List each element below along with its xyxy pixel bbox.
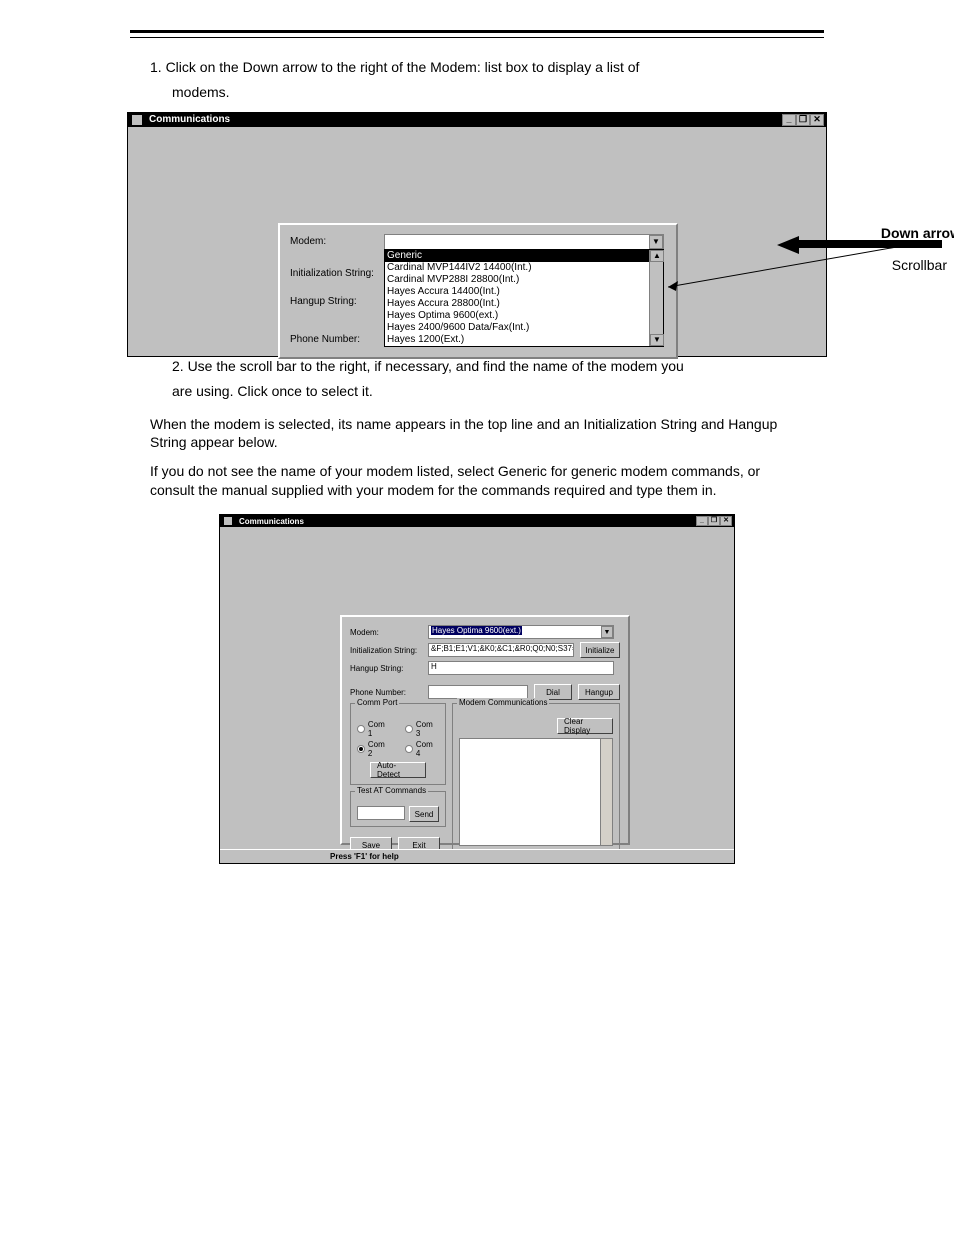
dropdown-option[interactable]: Hayes 2400/9600 Data/Fax(Int.)	[385, 322, 663, 334]
list-scrollbar[interactable]	[600, 739, 612, 845]
comm-port-group: Comm Port Com 1 Com 3 Com 2 Com 4 Auto-D…	[350, 703, 446, 785]
dropdown-option[interactable]: Cardinal MVP288I 28800(Int.)	[385, 274, 663, 286]
maximize-button[interactable]: ❐	[708, 516, 720, 526]
phone-number-input[interactable]	[428, 685, 528, 699]
radio-label: Com 3	[416, 720, 439, 738]
dropdown-arrow-icon[interactable]: ▼	[601, 626, 613, 638]
scroll-up-icon[interactable]: ▲	[650, 250, 664, 262]
radio-com2[interactable]: Com 2	[357, 740, 391, 758]
paragraph-after-1: When the modem is selected, its name app…	[150, 415, 804, 453]
hangup-string-input[interactable]: H	[428, 661, 614, 675]
send-button[interactable]: Send	[409, 806, 439, 822]
modem-dropdown-list[interactable]: Generic Cardinal MVP144IV2 14400(Int.) C…	[384, 249, 664, 347]
settings-panel: Modem: Hayes Optima 9600(ext.) ▼ Initial…	[340, 615, 630, 845]
titlebar: Communications _ ❐ ✕	[220, 515, 734, 527]
label-hangup-string: Hangup String:	[290, 296, 376, 307]
at-command-input[interactable]	[357, 806, 405, 820]
screenshot-communications-full: Communications _ ❐ ✕ Modem: Hayes Optima…	[219, 514, 735, 864]
label-modem-communications: Modem Communications	[457, 698, 549, 707]
init-string-input[interactable]: &F;B1;E1;V1;&K0;&C1;&R0;Q0;N0;S37=6;&D0;…	[428, 643, 574, 657]
system-menu-icon[interactable]	[132, 115, 142, 125]
status-text: Press 'F1' for help	[330, 852, 399, 861]
initialize-button[interactable]: Initialize	[580, 642, 620, 658]
label-comm-port: Comm Port	[355, 698, 399, 707]
dropdown-option[interactable]: Cardinal MVP144IV2 14400(Int.)	[385, 262, 663, 274]
instruction-step1-l2: modems.	[172, 83, 824, 102]
test-at-group: Test AT Commands Send	[350, 791, 446, 827]
instruction-step2-l1: 2. Use the scroll bar to the right, if n…	[172, 357, 824, 376]
window-title: Communications	[149, 114, 230, 125]
modem-communications-group: Modem Communications Clear Display	[452, 703, 620, 853]
dropdown-scrollbar[interactable]: ▲ ▼	[649, 250, 663, 346]
screenshot-communications-dropdown: Communications _ ❐ ✕ Modem: ▼ Initializa…	[127, 112, 827, 357]
dropdown-arrow-icon[interactable]: ▼	[649, 235, 663, 249]
radio-label: Com 1	[368, 720, 391, 738]
label-modem: Modem:	[290, 236, 376, 247]
label-modem: Modem:	[350, 628, 422, 637]
paragraph-after-2: If you do not see the name of your modem…	[150, 462, 804, 500]
dropdown-option[interactable]: Hayes Accura 14400(Int.)	[385, 286, 663, 298]
scroll-down-icon[interactable]: ▼	[650, 334, 664, 346]
auto-detect-button[interactable]: Auto-Detect	[370, 762, 426, 778]
label-init-string: Initialization String:	[290, 268, 376, 279]
titlebar: Communications _ ❐ ✕	[128, 113, 826, 127]
dropdown-option[interactable]: Hayes Optima 9600(ext.)	[385, 310, 663, 322]
close-button[interactable]: ✕	[810, 114, 824, 126]
settings-panel: Modem: ▼ Initialization String: Hangup S…	[278, 223, 678, 359]
rule-sub	[130, 37, 824, 38]
annotation-label-down-arrow: Down arrow	[881, 225, 954, 241]
radio-label: Com 4	[416, 740, 439, 758]
status-bar: Press 'F1' for help	[220, 849, 734, 863]
dropdown-option[interactable]: Generic	[385, 250, 663, 262]
label-hangup-string: Hangup String:	[350, 664, 422, 673]
modem-selected-value: Hayes Optima 9600(ext.)	[431, 626, 522, 635]
document-page: 1. Click on the Down arrow to the right …	[0, 0, 954, 1235]
dropdown-option[interactable]: Hayes 1200(Ext.)	[385, 334, 663, 346]
modem-output-list[interactable]	[459, 738, 613, 846]
close-button[interactable]: ✕	[720, 516, 732, 526]
instruction-step1-l1: 1. Click on the Down arrow to the right …	[150, 58, 824, 77]
label-phone-number: Phone Number:	[350, 688, 422, 697]
radio-com1[interactable]: Com 1	[357, 720, 391, 738]
minimize-button[interactable]: _	[696, 516, 708, 526]
label-phone-number: Phone Number:	[290, 334, 376, 345]
radio-com4[interactable]: Com 4	[405, 740, 439, 758]
system-menu-icon[interactable]	[224, 517, 232, 525]
rule-top	[130, 30, 824, 33]
radio-label: Com 2	[368, 740, 391, 758]
minimize-button[interactable]: _	[782, 114, 796, 126]
radio-com3[interactable]: Com 3	[405, 720, 439, 738]
label-test-at: Test AT Commands	[355, 786, 428, 795]
window-title: Communications	[239, 517, 304, 526]
instruction-step2-l2: are using. Click once to select it.	[172, 382, 824, 401]
modem-combobox[interactable]: Hayes Optima 9600(ext.) ▼	[428, 625, 614, 639]
maximize-button[interactable]: ❐	[796, 114, 810, 126]
label-init-string: Initialization String:	[350, 646, 422, 655]
hangup-button[interactable]: Hangup	[578, 684, 620, 700]
annotation-label-scrollbar: Scrollbar	[892, 257, 947, 273]
dropdown-option[interactable]: Hayes Accura 28800(Int.)	[385, 298, 663, 310]
modem-combobox[interactable]: ▼	[384, 234, 664, 250]
clear-display-button[interactable]: Clear Display	[557, 718, 613, 734]
